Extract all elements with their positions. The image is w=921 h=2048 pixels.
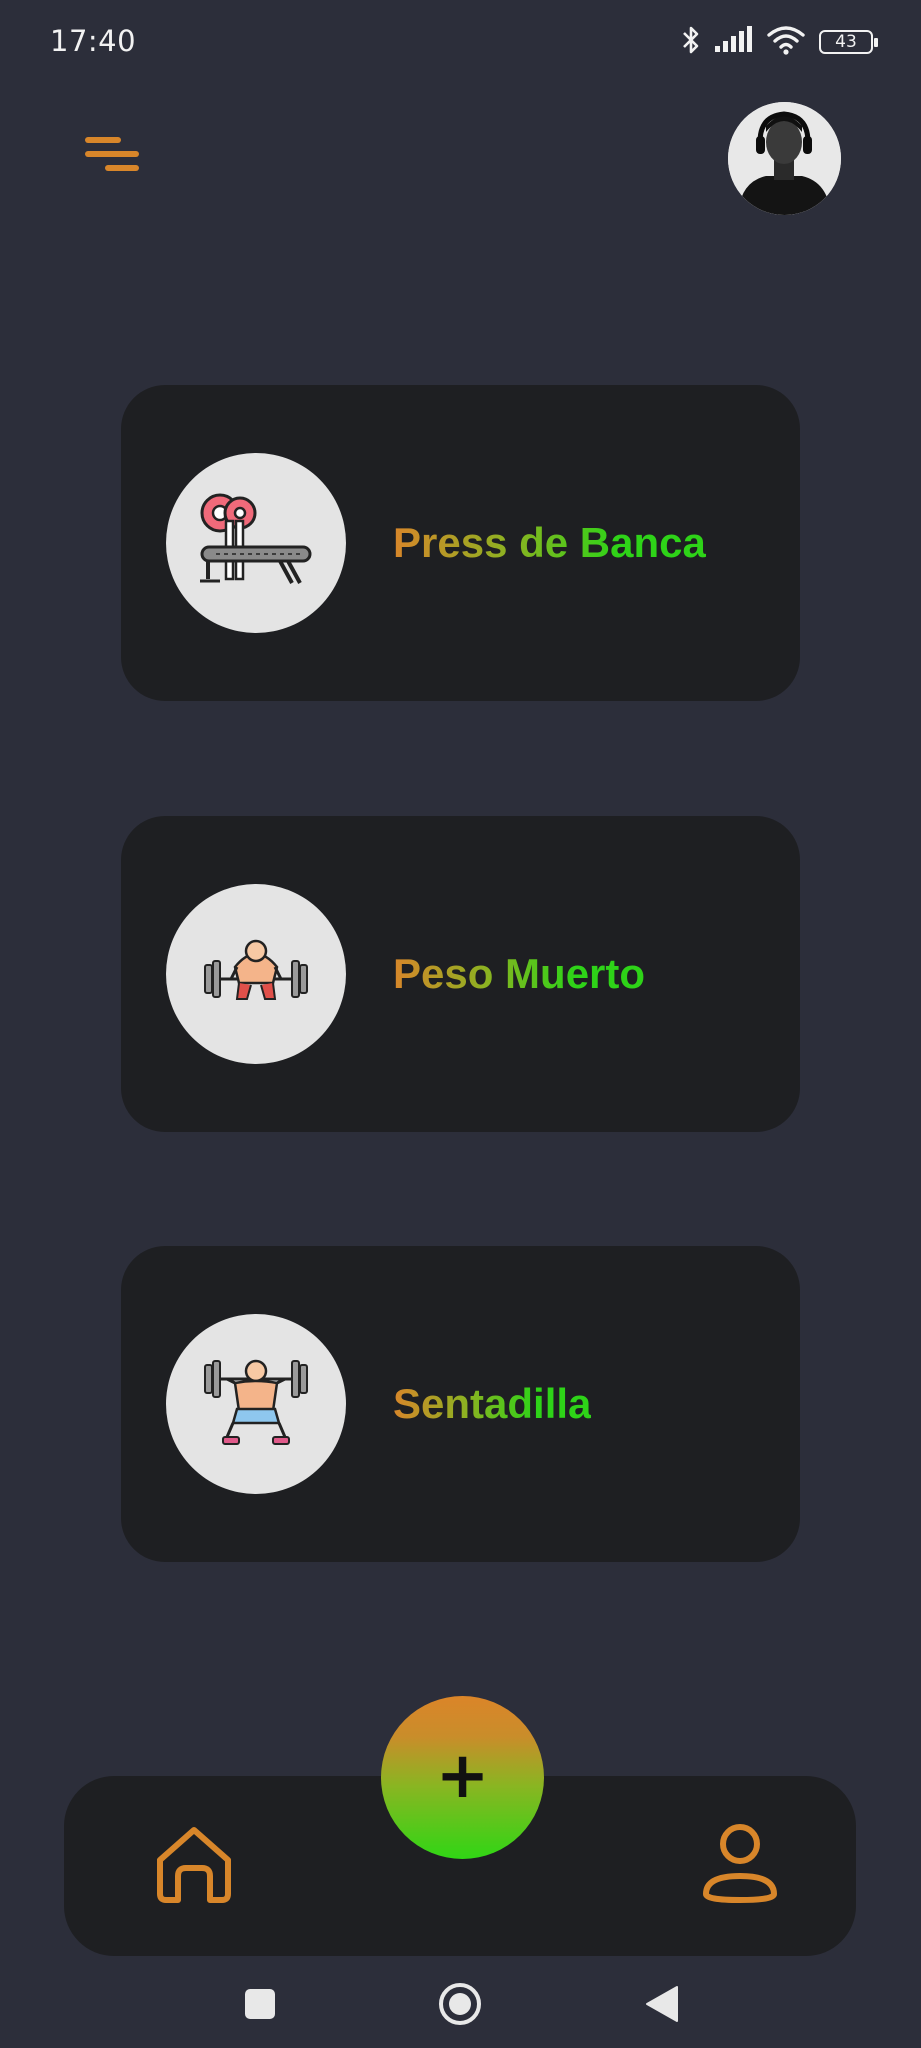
deadlift-icon [201,937,311,1011]
exercise-icon-circle [166,884,346,1064]
home-icon[interactable] [152,1822,236,1906]
system-nav-bar [0,1960,921,2048]
app-screen: 17:40 43 Press de Banca Peso Muerto Sent… [0,0,921,2048]
recents-icon[interactable] [230,1974,290,2034]
status-icons: 43 [681,24,878,60]
profile-avatar[interactable] [728,102,841,215]
user-icon[interactable] [700,1822,780,1906]
add-exercise-button[interactable]: + [381,1696,544,1859]
bench-press-icon [196,491,316,595]
plus-icon: + [435,1738,490,1813]
back-icon[interactable] [632,1974,692,2034]
bluetooth-icon [681,24,701,60]
exercise-icon-circle [166,453,346,633]
exercise-name: Sentadilla [393,1246,591,1562]
exercise-name: Peso Muerto [393,816,645,1132]
status-bar: 17:40 43 [0,0,921,80]
battery-icon: 43 [819,30,878,54]
wifi-icon [767,25,805,59]
exercise-icon-circle [166,1314,346,1494]
status-time: 17:40 [50,24,137,58]
exercise-card-peso-muerto[interactable]: Peso Muerto [121,816,800,1132]
squat-icon [201,1357,311,1451]
exercise-card-press-de-banca[interactable]: Press de Banca [121,385,800,701]
battery-level: 43 [835,32,857,52]
exercise-card-sentadilla[interactable]: Sentadilla [121,1246,800,1562]
menu-icon[interactable] [84,132,144,182]
home-circle-icon[interactable] [430,1974,490,2034]
exercise-name: Press de Banca [393,385,706,701]
signal-icon [715,26,753,58]
